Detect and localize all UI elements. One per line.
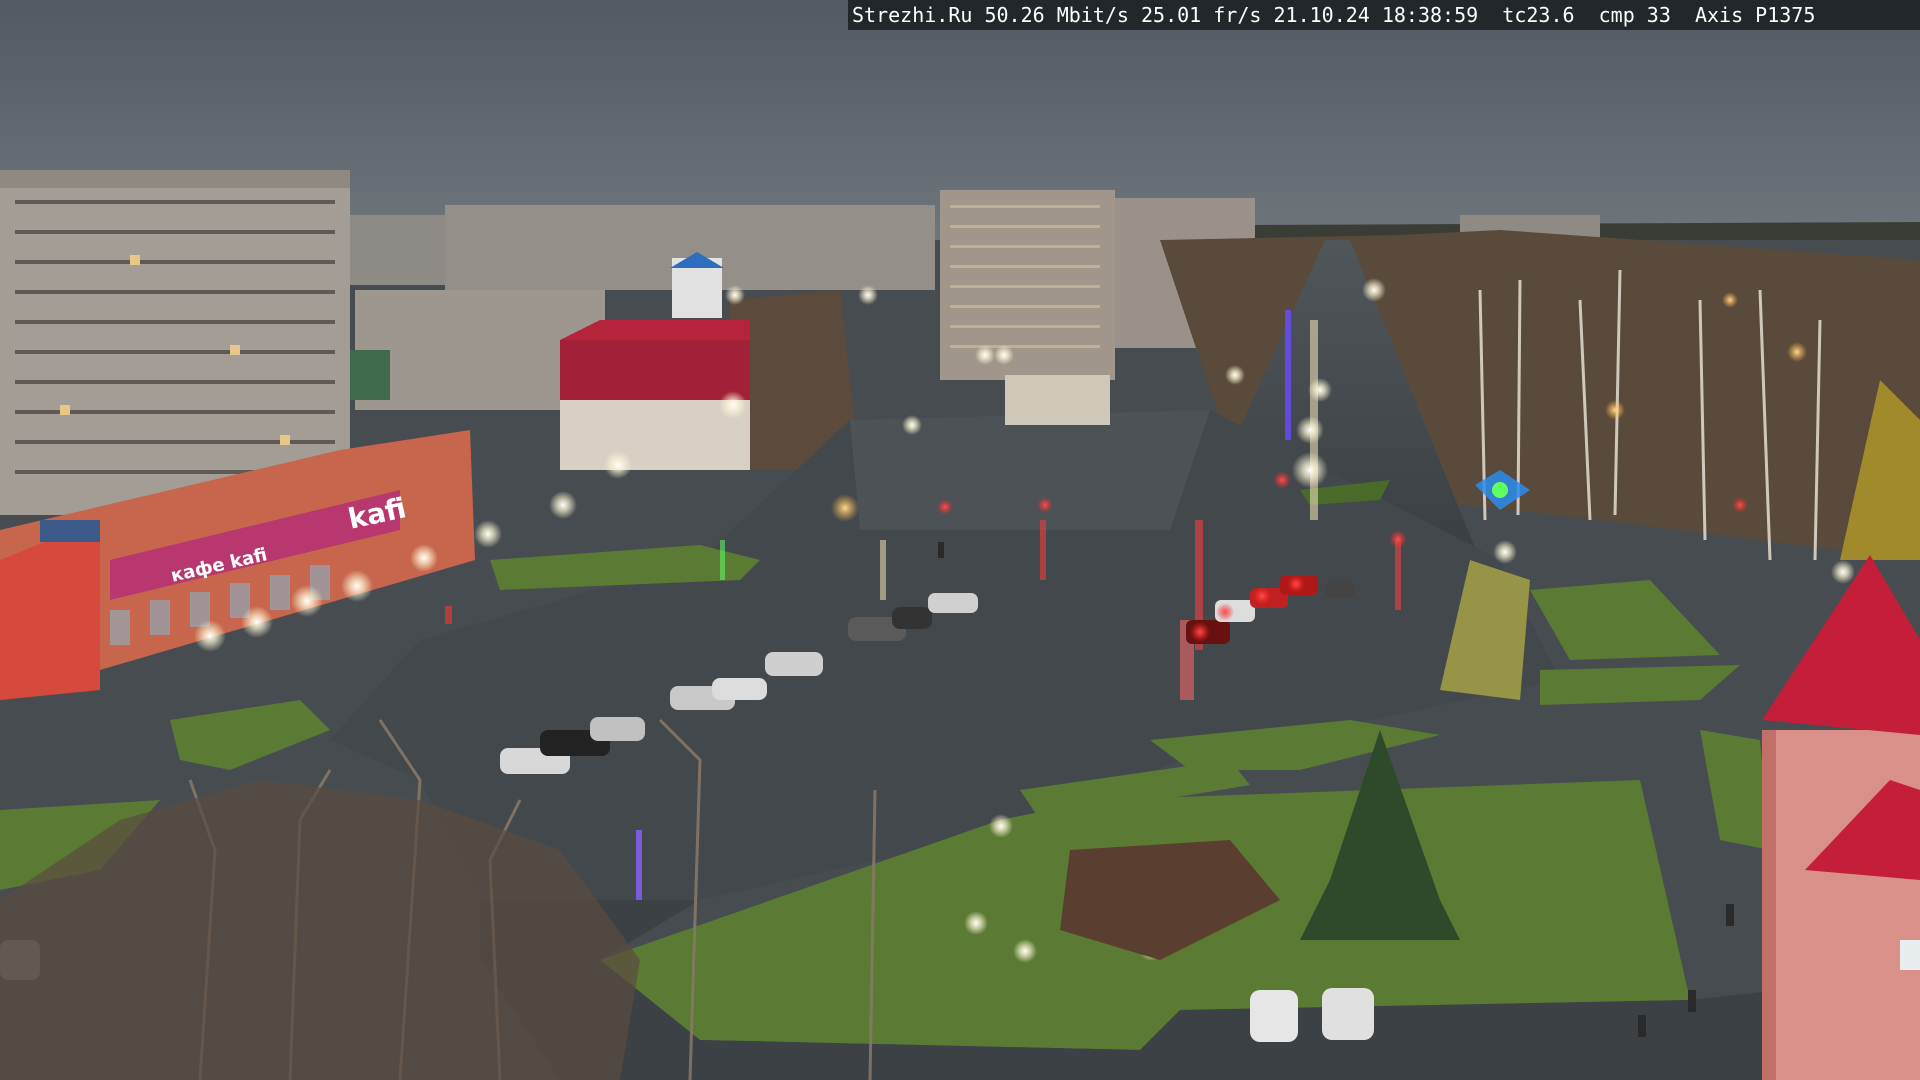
overlay-tc: tc23.6: [1502, 3, 1575, 27]
webcam-photo: [0, 0, 1920, 1080]
camera-info-overlay: Strezhi.Ru 50.26 Mbit/s 25.01 fr/s 21.10…: [848, 0, 1920, 30]
overlay-bitrate: 50.26 Mbit/s: [984, 3, 1129, 27]
square-pavilion: [1005, 375, 1110, 425]
overlay-timestamp: 21.10.24 18:38:59: [1273, 3, 1479, 27]
overlay-framerate: 25.01 fr/s: [1141, 3, 1262, 27]
red-roof-building: [560, 320, 750, 470]
green-house: [350, 350, 390, 400]
overlay-cmp: cmp 33: [1598, 3, 1671, 27]
overlay-camera: Axis P1375: [1694, 3, 1816, 27]
overlay-site: Strezhi.Ru: [852, 3, 973, 27]
